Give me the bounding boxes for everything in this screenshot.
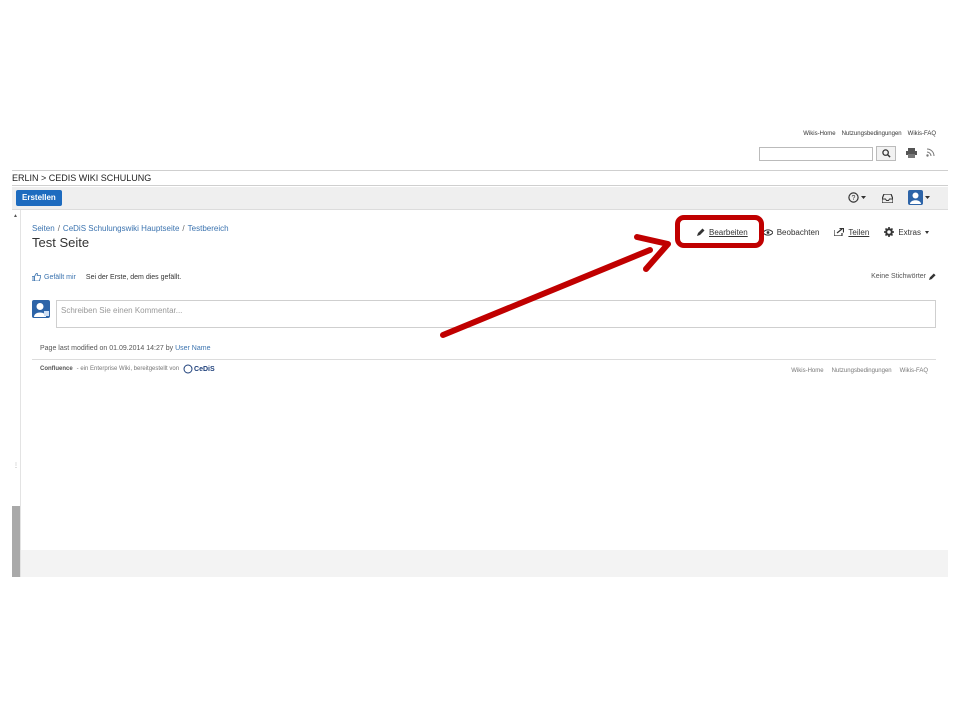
rss-icon[interactable] [926, 148, 935, 157]
sidebar-resize-handle[interactable]: ⋮ [13, 463, 19, 469]
user-menu[interactable] [908, 190, 930, 205]
last-modified-text: Page last modified on 01.09.2014 14:27 b… [40, 345, 174, 352]
footer-link-wikis-home[interactable]: Wikis-Home [791, 368, 823, 374]
breadcrumb-item[interactable]: CeDiS Schulungswiki Hauptseite [63, 224, 180, 233]
eye-icon [762, 228, 773, 236]
cedis-logo-icon [183, 364, 193, 374]
header-toolbar: Erstellen ? [12, 187, 948, 210]
help-icon: ? [848, 192, 859, 203]
avatar-icon [908, 190, 923, 205]
comment-input[interactable]: Schreiben Sie einen Kommentar... [56, 300, 936, 328]
footer-links: Wikis-Home Nutzungsbedingungen Wikis-FAQ [791, 368, 928, 374]
like-label: Gefällt mir [44, 273, 76, 281]
scroll-up-icon[interactable]: ▲ [13, 213, 18, 219]
space-breadcrumb-bar[interactable]: ERLIN > CEDIS WIKI SCHULUNG [12, 170, 948, 186]
cedis-logo-text: CeDiS [194, 365, 215, 373]
sidebar-scrollbar[interactable]: ▲ ⋮ [12, 210, 21, 577]
labels-section[interactable]: Keine Stichwörter [871, 273, 936, 280]
top-link-wikis-faq[interactable]: Wikis-FAQ [908, 131, 936, 137]
tools-label: Extras [898, 227, 921, 237]
breadcrumb-item[interactable]: Testbereich [188, 224, 229, 233]
footer-link-wikis-faq[interactable]: Wikis-FAQ [900, 368, 928, 374]
labels-text: Keine Stichwörter [871, 273, 926, 280]
footer-brand[interactable]: Confluence [40, 366, 73, 372]
likes-text: Sei der Erste, dem dies gefällt. [85, 273, 182, 281]
search-row [759, 146, 896, 161]
scrollbar-thumb[interactable] [12, 506, 20, 577]
create-button[interactable]: Erstellen [16, 190, 62, 206]
chevron-down-icon [924, 230, 929, 234]
breadcrumb-item[interactable]: Seiten [32, 224, 55, 233]
footer-link-terms[interactable]: Nutzungsbedingungen [832, 368, 892, 374]
chevron-down-icon [861, 195, 866, 199]
svg-text:?: ? [852, 195, 856, 202]
search-button[interactable] [876, 146, 896, 161]
breadcrumb: Seiten / CeDiS Schulungswiki Hauptseite / Te… [32, 224, 229, 233]
footer-divider [32, 359, 936, 360]
top-link-wikis-home[interactable]: Wikis-Home [803, 131, 835, 137]
print-icon[interactable] [906, 148, 917, 158]
top-link-terms[interactable]: Nutzungsbedingungen [842, 131, 902, 137]
share-button[interactable]: Teilen [834, 228, 869, 237]
footer-text: - ein Enterprise Wiki, bereitgestellt vo… [76, 366, 180, 372]
search-icon [881, 149, 891, 158]
help-menu[interactable]: ? [848, 192, 866, 203]
main-content [21, 210, 948, 550]
like-button[interactable]: Gefällt mir [32, 273, 76, 281]
page-footer-band [21, 550, 948, 577]
last-modified: Page last modified on 01.09.2014 14:27 b… [40, 345, 210, 352]
likes-section: Gefällt mir Sei der Erste, dem dies gefä… [32, 273, 181, 281]
search-input[interactable] [759, 146, 873, 161]
thumbs-up-icon [32, 273, 41, 281]
watch-label: Beobachten [776, 227, 820, 237]
author-link[interactable]: User Name [175, 345, 210, 352]
chevron-down-icon [925, 195, 930, 199]
top-links: Wikis-Home Nutzungsbedingungen Wikis-FAQ [803, 131, 936, 137]
user-icon [34, 303, 49, 317]
inbox-icon[interactable] [882, 194, 893, 203]
watch-button[interactable]: Beobachten [762, 227, 820, 237]
tools-menu[interactable]: Extras [884, 227, 929, 237]
avatar [32, 300, 50, 318]
footer-credit: Confluence - ein Enterprise Wiki, bereit… [40, 364, 215, 374]
cedis-logo[interactable]: CeDiS [183, 364, 215, 374]
share-icon [834, 228, 845, 236]
page-title: Test Seite [32, 235, 90, 250]
pencil-icon [929, 273, 936, 280]
share-label: Teilen [848, 227, 870, 237]
gear-icon [884, 227, 895, 237]
edit-highlight-box [675, 215, 764, 248]
